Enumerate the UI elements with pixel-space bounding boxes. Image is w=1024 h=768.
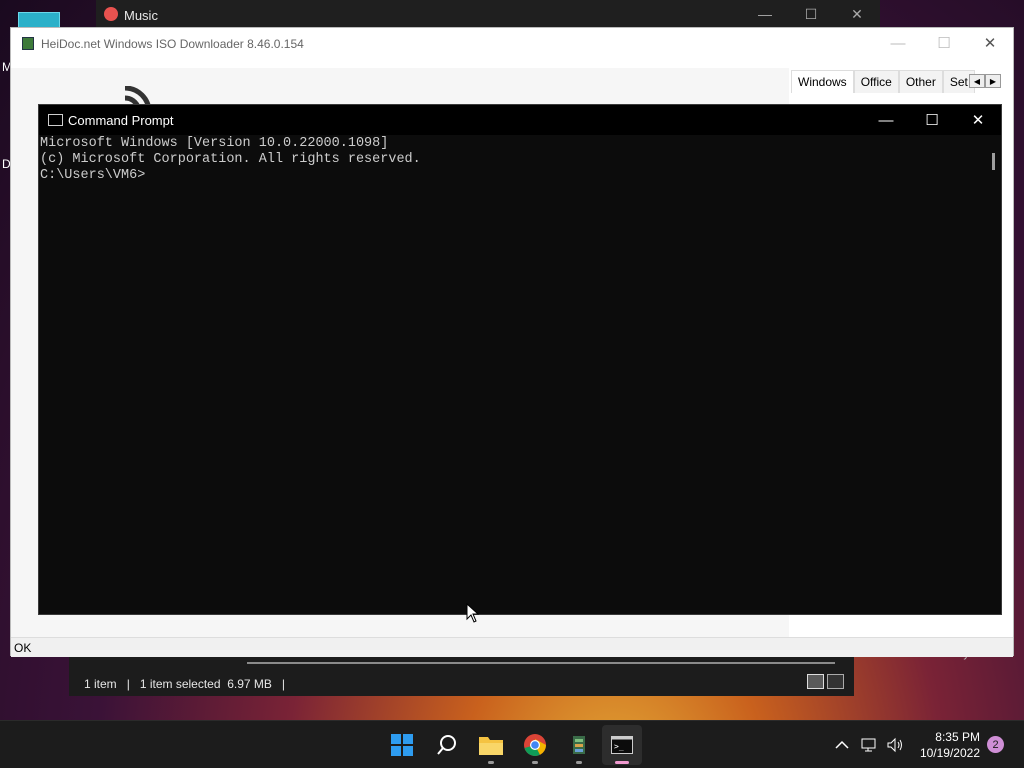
minimize-icon[interactable]: — (875, 28, 921, 58)
close-icon[interactable]: ✕ (955, 105, 1001, 135)
volume-icon (887, 737, 902, 753)
details-view-button[interactable] (807, 674, 824, 689)
maximize-icon[interactable]: ☐ (921, 28, 967, 58)
terminal-icon: >_ (611, 736, 633, 754)
console-prompt: C:\Users\VM6> (40, 168, 146, 183)
heidoc-title-bar[interactable]: HeiDoc.net Windows ISO Downloader 8.46.0… (11, 28, 1013, 58)
mouse-cursor-icon (466, 603, 480, 623)
horizontal-scrollbar[interactable] (247, 662, 835, 664)
item-count: 1 item (84, 677, 117, 691)
start-button[interactable] (382, 725, 422, 765)
tab-scroll-left-icon[interactable]: ◀ (969, 74, 985, 88)
status-text: OK (14, 641, 32, 655)
file-explorer-button[interactable] (471, 725, 511, 765)
console-output[interactable]: Microsoft Windows [Version 10.0.22000.10… (39, 136, 1001, 614)
cmd-app-icon (48, 114, 63, 126)
console-line: Microsoft Windows [Version 10.0.22000.10… (40, 136, 389, 151)
tab-windows[interactable]: Windows (791, 70, 854, 93)
cmd-title-bar[interactable]: Command Prompt — ☐ ✕ (39, 105, 1001, 135)
large-icons-view-button[interactable] (827, 674, 844, 689)
app-button[interactable] (559, 725, 599, 765)
network-button[interactable] (861, 721, 879, 768)
chrome-icon (524, 734, 546, 756)
file-explorer-icon (479, 737, 503, 755)
tab-office[interactable]: Office (853, 70, 899, 93)
network-icon (861, 738, 876, 752)
svg-text:>_: >_ (614, 742, 624, 751)
volume-button[interactable] (886, 721, 904, 768)
search-button[interactable] (427, 725, 467, 765)
close-icon[interactable]: ✕ (834, 0, 880, 28)
scrollbar-thumb[interactable] (992, 153, 995, 170)
minimize-icon[interactable]: — (742, 0, 788, 28)
heidoc-window-title: HeiDoc.net Windows ISO Downloader 8.46.0… (41, 37, 304, 51)
clock-time: 8:35 PM (935, 730, 980, 744)
windows-start-icon (391, 734, 413, 756)
chevron-up-icon (835, 740, 849, 749)
clock[interactable]: 8:35 PM 10/19/2022 (916, 729, 980, 761)
selection-size: 6.97 MB (227, 677, 272, 691)
clock-date: 10/19/2022 (919, 746, 980, 760)
taskbar: >_ 8:35 PM 10/19/2022 (0, 720, 1024, 768)
vertical-scrollbar[interactable] (987, 136, 1001, 614)
heidoc-status-bar: OK (11, 637, 1013, 657)
music-window[interactable]: Music — ☐ ✕ (96, 0, 880, 28)
tab-other[interactable]: Other (898, 70, 943, 93)
close-icon[interactable]: ✕ (967, 28, 1013, 58)
notification-badge[interactable]: 2 (987, 736, 1004, 753)
maximize-icon[interactable]: ☐ (909, 105, 955, 135)
maximize-icon[interactable]: ☐ (788, 0, 834, 28)
heidoc-tabs: Windows Office Other Set (791, 70, 975, 93)
music-app-icon (104, 7, 118, 21)
music-window-title: Music (124, 8, 158, 23)
search-icon (437, 735, 456, 755)
tab-scroll-right-icon[interactable]: ▶ (985, 74, 1001, 88)
show-hidden-icons-button[interactable] (834, 721, 850, 768)
app-icon (573, 736, 585, 754)
cmd-window-title: Command Prompt (68, 113, 174, 128)
selection-info: 1 item selected (139, 677, 221, 691)
explorer-status-bar: 1 item | 1 item selected 6.97 MB | (84, 677, 286, 691)
minimize-icon[interactable]: — (863, 105, 909, 135)
file-explorer-window[interactable]: 1 item | 1 item selected 6.97 MB | (69, 656, 854, 696)
command-prompt-window[interactable]: Command Prompt — ☐ ✕ Microsoft Windows [… (38, 104, 1002, 615)
console-line: (c) Microsoft Corporation. All rights re… (40, 152, 421, 167)
terminal-button[interactable]: >_ (602, 725, 642, 765)
heidoc-app-icon (22, 37, 34, 50)
chrome-button[interactable] (515, 725, 555, 765)
